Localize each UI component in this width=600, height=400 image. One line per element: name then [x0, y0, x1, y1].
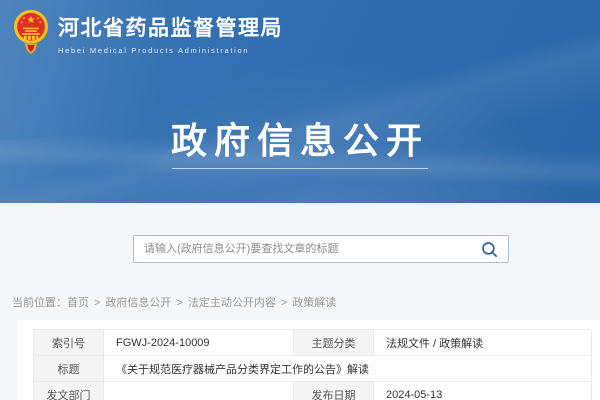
issuing-department-value	[104, 382, 294, 400]
issuing-department-label: 发文部门	[34, 382, 104, 400]
breadcrumb-separator: >	[176, 297, 182, 309]
china-national-emblem-icon: ★	[13, 8, 49, 58]
site-title-block: 河北省药品监督管理局 Hebei Medical Products Admini…	[58, 12, 283, 55]
breadcrumb-prefix: 当前位置：	[12, 297, 67, 309]
site-logo-link[interactable]: ★ 河北省药品监督管理局 Hebei Medical Products Admi…	[13, 8, 283, 58]
site-hero-banner: ★ 河北省药品监督管理局 Hebei Medical Products Admi…	[0, 0, 600, 203]
site-title: 河北省药品监督管理局	[58, 12, 283, 42]
index-number-label: 索引号	[34, 330, 104, 356]
search-bar	[133, 235, 509, 263]
publish-date-label: 发布日期	[294, 382, 374, 400]
svg-text:★: ★	[27, 15, 36, 26]
breadcrumb-item-home[interactable]: 首页	[67, 297, 89, 309]
page-content: 当前位置：首页 > 政府信息公开 > 法定主动公开内容 > 政策解读 索引号 FGWJ-20…	[0, 203, 600, 400]
breadcrumb-item-info-disclosure[interactable]: 政府信息公开	[105, 297, 171, 309]
site-subtitle: Hebei Medical Products Administration	[58, 46, 283, 55]
search-button[interactable]	[474, 236, 504, 262]
search-icon	[481, 241, 498, 258]
document-info-table: 索引号 FGWJ-2024-10009 主题分类 法规文件 / 政策解读 标题 …	[33, 329, 592, 400]
banner-underline	[172, 168, 428, 169]
title-value: 《关于规范医疗器械产品分类界定工作的公告》解读	[104, 356, 592, 382]
title-label: 标题	[34, 356, 104, 382]
breadcrumb-item-statutory-disclosure[interactable]: 法定主动公开内容	[188, 297, 276, 309]
breadcrumb-separator: >	[281, 297, 287, 309]
index-number-value: FGWJ-2024-10009	[104, 330, 294, 356]
table-row: 标题 《关于规范医疗器械产品分类界定工作的公告》解读	[34, 356, 592, 382]
publish-date-value: 2024-05-13	[374, 382, 592, 400]
document-panel: 索引号 FGWJ-2024-10009 主题分类 法规文件 / 政策解读 标题 …	[17, 320, 600, 400]
table-row: 索引号 FGWJ-2024-10009 主题分类 法规文件 / 政策解读	[34, 330, 592, 356]
breadcrumb-item-policy-interpretation[interactable]: 政策解读	[292, 297, 336, 309]
page-banner-title: 政府信息公开	[0, 112, 600, 164]
table-row: 发文部门 发布日期 2024-05-13	[34, 382, 592, 400]
search-input[interactable]	[134, 236, 508, 262]
breadcrumb-separator: >	[94, 297, 100, 309]
topic-category-value: 法规文件 / 政策解读	[374, 330, 592, 356]
breadcrumb: 当前位置：首页 > 政府信息公开 > 法定主动公开内容 > 政策解读	[12, 294, 336, 310]
topic-category-label: 主题分类	[294, 330, 374, 356]
